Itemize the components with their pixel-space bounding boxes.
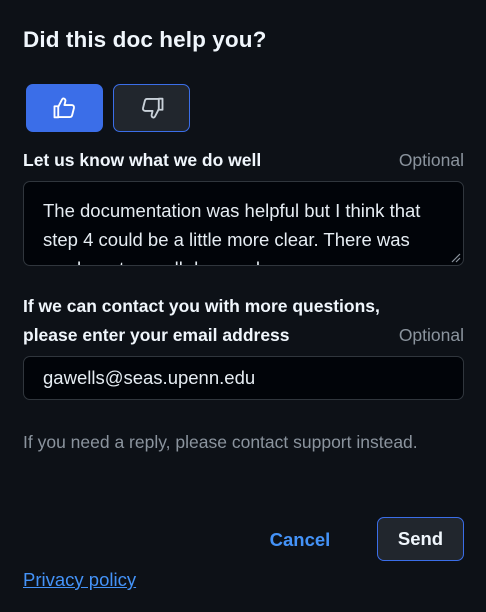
feedback-label: Let us know what we do well [23, 150, 262, 170]
feedback-panel: Did this doc help you? Let us know what … [0, 0, 486, 612]
email-input[interactable] [23, 356, 464, 400]
support-note: If you need a reply, please contact supp… [23, 432, 418, 452]
feedback-optional-label: Optional [398, 150, 464, 170]
send-button[interactable]: Send [377, 517, 464, 561]
resize-handle-icon[interactable] [449, 251, 461, 263]
privacy-policy-link[interactable]: Privacy policy [23, 566, 136, 594]
feedback-textarea[interactable] [24, 182, 463, 265]
feedback-textarea-wrapper [23, 181, 464, 266]
email-optional-label: Optional [398, 325, 464, 345]
cancel-button[interactable]: Cancel [256, 522, 344, 558]
email-label: If we can contact you with more question… [23, 292, 453, 349]
thumbs-down-icon [138, 94, 166, 122]
thumbs-up-icon [51, 94, 79, 122]
thumbs-down-button[interactable] [113, 84, 190, 132]
email-label-line2: please enter your email address [23, 324, 290, 345]
thumbs-up-button[interactable] [26, 84, 103, 132]
page-title: Did this doc help you? [23, 27, 267, 52]
email-label-line1: If we can contact you with more question… [23, 296, 380, 316]
